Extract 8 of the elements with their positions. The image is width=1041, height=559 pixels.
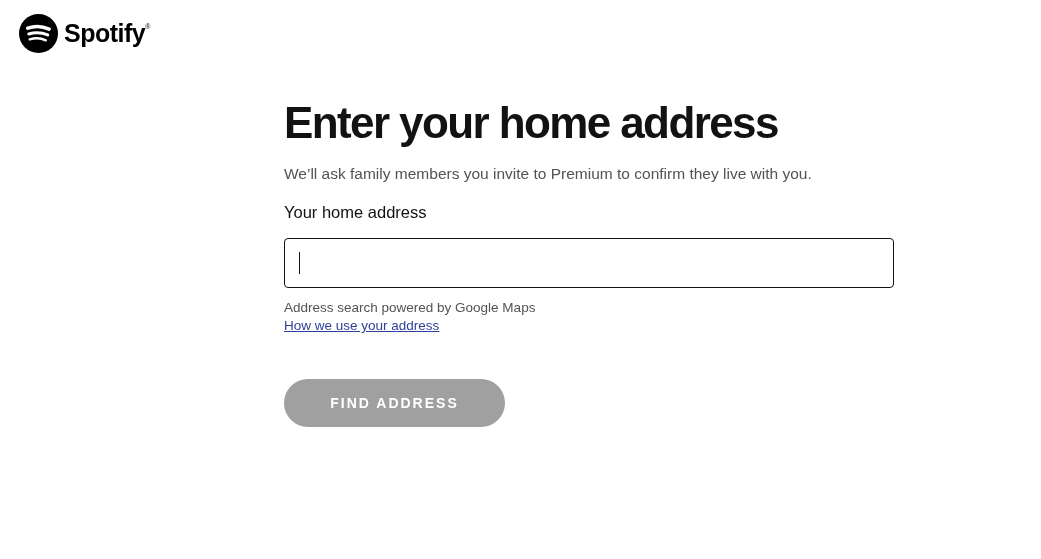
spotify-logo-icon (19, 14, 58, 53)
subtitle: We’ll ask family members you invite to Premium to confirm they live with you. (284, 165, 813, 183)
logo-wordmark: Spotify$^{®}$ (64, 19, 150, 48)
address-input-field[interactable] (284, 238, 894, 288)
field-label: Your home address (284, 203, 428, 222)
address-usage-link[interactable]: How we use your address (284, 318, 440, 333)
helper-text: Address search powered by Google Maps (284, 300, 537, 315)
page-heading: Enter your home address (284, 97, 779, 149)
